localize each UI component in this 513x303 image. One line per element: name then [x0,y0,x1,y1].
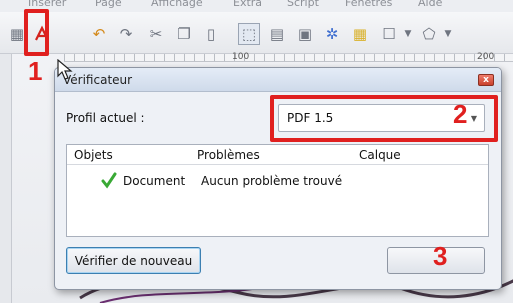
menu-insert[interactable]: Insérer [28,0,66,9]
check-icon [101,172,117,189]
recheck-button[interactable]: Vérifier de nouveau [66,247,201,274]
paste-icon[interactable]: ▯ [200,23,222,45]
row-object: Document [123,174,186,188]
close-icon[interactable]: x [478,74,494,86]
dropdown-icon[interactable]: ▼ [397,23,419,45]
column-problems[interactable]: Problèmes [197,148,260,162]
ruler-label: 200 [477,52,495,62]
menu-help[interactable]: Aide [418,0,442,9]
annotation-box-1 [24,9,49,56]
table-row[interactable]: Document Aucun problème trouvé [67,171,488,191]
menu-extra[interactable]: Extra [233,0,262,9]
mouse-cursor-icon [57,59,73,80]
profile-label: Profil actuel : [66,111,145,125]
menu-windows[interactable]: Fenêtres [345,0,392,9]
annotation-number-1: 1 [28,56,43,86]
results-header: Objets Problèmes Calque [67,145,488,165]
annotation-number-3: 3 [433,241,448,271]
menu-script[interactable]: Script [287,0,319,9]
select-icon[interactable]: ⬚ [238,23,260,45]
column-layer[interactable]: Calque [359,148,401,162]
menu-bar: Insérer Page Affichage Extra Script Fenê… [0,0,513,12]
results-table: Objets Problèmes Calque Document Aucun p… [66,144,489,237]
annotation-number-2: 2 [453,99,468,129]
horizontal-ruler [64,54,513,62]
ruler-label: 100 [232,52,250,62]
copy-icon[interactable]: ❐ [173,23,195,45]
redo-icon[interactable]: ↷ [115,23,137,45]
column-objects[interactable]: Objets [74,148,113,162]
menu-page[interactable]: Page [95,0,122,9]
dialog-titlebar[interactable]: Vérificateur x [55,68,501,92]
row-problem: Aucun problème trouvé [201,174,343,188]
toolbar: ▦ ↶ ↷ ✂ ❐ ▯ ⬚ ▤ ▣ ✲ ▦ ☐ ▼ ⬠ ▼ [0,12,513,54]
text-frame-icon[interactable]: ▤ [266,23,288,45]
undo-icon[interactable]: ↶ [88,23,110,45]
table-icon[interactable]: ▦ [349,23,371,45]
dropdown-icon[interactable]: ▼ [437,23,459,45]
cut-icon[interactable]: ✂ [145,23,167,45]
image-frame-icon[interactable]: ▣ [294,23,316,45]
render-frame-icon[interactable]: ✲ [321,23,343,45]
vertical-ruler [0,54,12,303]
menu-view[interactable]: Affichage [151,0,203,9]
